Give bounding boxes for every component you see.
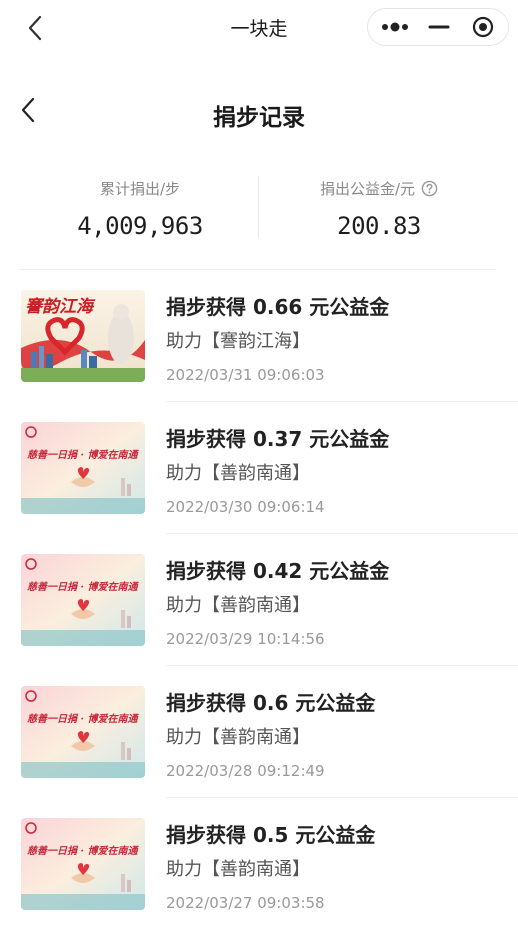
list-item[interactable]: 慈善一日捐 · 博爱在南通 捐步获得 0.37 元公益金 助力【善韵南通】 20… (0, 402, 518, 534)
record-project: 助力【善韵南通】 (166, 727, 310, 748)
thumb-text: 慈善一日捐 · 博爱在南通 (27, 713, 139, 725)
donated-fund-label-row: 捐出公益金/元 (259, 178, 499, 200)
record-time: 2022/03/29 10:14:56 (166, 630, 325, 648)
record-time: 2022/03/27 09:03:58 (166, 894, 325, 912)
record-title: 捐步获得 0.6 元公益金 (166, 691, 376, 715)
donated-steps-value: 4,009,963 (77, 212, 203, 240)
capsule-menu (367, 8, 509, 46)
more-dots-icon[interactable] (380, 18, 410, 36)
list-item[interactable]: 謇韵江海 捐步获得 0.66 元公益金 助力【謇韵江海】 2022/03/31 … (0, 270, 518, 402)
record-project: 助力【謇韵江海】 (166, 331, 310, 352)
record-project: 助力【善韵南通】 (166, 859, 310, 880)
donated-fund-value: 200.83 (337, 212, 421, 240)
record-time: 2022/03/30 09:06:14 (166, 498, 325, 516)
minimize-icon[interactable] (426, 18, 452, 36)
donated-fund-stat: 捐出公益金/元 200.83 (259, 178, 499, 240)
list-item[interactable]: 慈善一日捐 · 博爱在南通 捐步获得 0.6 元公益金 助力【善韵南通】 202… (0, 666, 518, 798)
record-project: 助力【善韵南通】 (166, 463, 310, 484)
page-title: 捐步记录 (213, 105, 305, 131)
target-close-icon[interactable] (472, 16, 494, 38)
project-thumbnail: 慈善一日捐 · 博爱在南通 (21, 818, 145, 910)
record-title: 捐步获得 0.5 元公益金 (166, 823, 376, 847)
donation-record-list: 謇韵江海 捐步获得 0.66 元公益金 助力【謇韵江海】 2022/03/31 … (0, 270, 518, 930)
project-thumbnail: 慈善一日捐 · 博爱在南通 (21, 422, 145, 514)
donated-fund-label: 捐出公益金/元 (319, 180, 416, 198)
donated-steps-label: 累计捐出/步 (99, 180, 181, 198)
thumb-text: 慈善一日捐 · 博爱在南通 (27, 581, 139, 593)
mini-program-navbar: 一块走 (0, 0, 518, 56)
record-title: 捐步获得 0.37 元公益金 (166, 427, 390, 451)
record-title: 捐步获得 0.66 元公益金 (166, 295, 390, 319)
project-thumbnail: 慈善一日捐 · 博爱在南通 (21, 554, 145, 646)
list-item[interactable]: 慈善一日捐 · 博爱在南通 捐步获得 0.5 元公益金 助力【善韵南通】 202… (0, 798, 518, 930)
project-thumbnail: 謇韵江海 (21, 290, 145, 382)
thumb-text: 慈善一日捐 · 博爱在南通 (27, 845, 139, 857)
question-circle-icon[interactable] (421, 180, 438, 197)
record-project: 助力【善韵南通】 (166, 595, 310, 616)
record-time: 2022/03/31 09:06:03 (166, 366, 325, 384)
record-time: 2022/03/28 09:12:49 (166, 762, 325, 780)
thumb-text: 謇韵江海 (25, 297, 96, 317)
thumb-text: 慈善一日捐 · 博爱在南通 (27, 449, 139, 461)
list-item[interactable]: 慈善一日捐 · 博爱在南通 捐步获得 0.42 元公益金 助力【善韵南通】 20… (0, 534, 518, 666)
project-thumbnail: 慈善一日捐 · 博爱在南通 (21, 686, 145, 778)
record-title: 捐步获得 0.42 元公益金 (166, 559, 390, 583)
donated-steps-stat: 累计捐出/步 4,009,963 (20, 178, 260, 240)
